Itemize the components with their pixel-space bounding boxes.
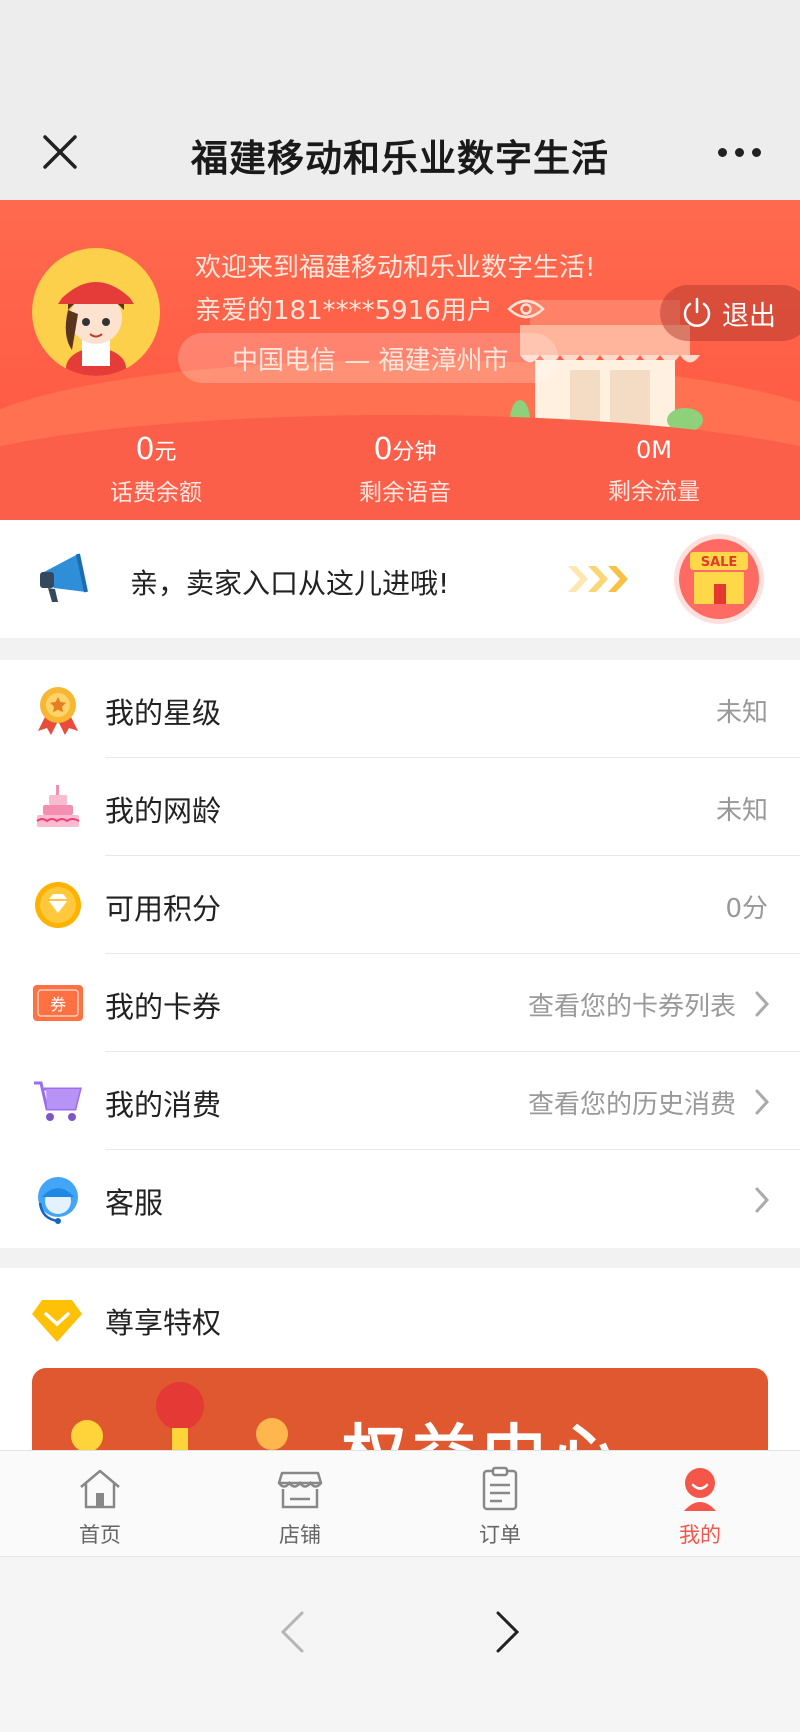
tab-label: 订单 [479, 1523, 521, 1547]
logout-label: 退出 [722, 300, 776, 332]
user-line: 亲爱的181****5916用户 [195, 290, 545, 327]
tab-home[interactable]: 首页 [0, 1451, 200, 1556]
coupon-icon-text: 券 [50, 995, 66, 1014]
avatar[interactable] [32, 248, 160, 376]
welcome-text: 欢迎来到福建移动和乐业数字生活! [195, 253, 596, 283]
rights-center-banner[interactable]: 权益中心 [32, 1368, 768, 1458]
profile-header: 欢迎来到福建移动和乐业数字生活! 亲爱的181****5916用户 中国电信 —… [0, 200, 800, 520]
crown-diamond-icon [32, 1300, 82, 1342]
stat-voice-value: 0 [373, 432, 393, 467]
cart-icon [34, 1081, 82, 1121]
list-item-coupons[interactable]: 券 我的卡券 查看您的卡券列表 [0, 954, 800, 1052]
list-item-network-age[interactable]: 我的网龄 未知 [0, 758, 800, 856]
logout-button[interactable]: 退出 [660, 285, 800, 341]
list-item-label: 我的星级 [105, 696, 222, 730]
list-item-star-level[interactable]: 我的星级 未知 [0, 660, 800, 758]
cake-icon [36, 785, 80, 827]
pin-decor-icon [71, 1382, 288, 1458]
privileges-section: 尊享特权 权益中心 [0, 1268, 800, 1458]
forward-arrow-icon[interactable] [494, 1609, 522, 1655]
stat-data[interactable]: 0M 剩余流量 [554, 432, 754, 506]
title-bar: 福建移动和乐业数字生活 [0, 0, 800, 200]
tab-label: 我的 [679, 1523, 721, 1547]
medal-icon [38, 687, 78, 735]
tab-label: 店铺 [279, 1523, 321, 1547]
close-icon[interactable] [40, 132, 80, 172]
seller-entrance-banner[interactable]: 亲，卖家入口从这儿进哦! SALE [0, 520, 800, 638]
home-icon [80, 1469, 120, 1509]
list-item-value: 查看您的历史消费 [527, 1090, 736, 1120]
list-item-consumption[interactable]: 我的消费 查看您的历史消费 [0, 1052, 800, 1150]
customer-service-icon [38, 1177, 78, 1224]
sale-store-icon[interactable]: SALE [672, 532, 766, 626]
tab-store[interactable]: 店铺 [200, 1451, 400, 1556]
list-item-value: 0分 [725, 894, 768, 924]
tab-orders[interactable]: 订单 [400, 1451, 600, 1556]
list-item-label: 我的消费 [105, 1088, 222, 1122]
profile-icon [684, 1468, 716, 1511]
triple-chevron-icon [568, 566, 628, 592]
power-icon [683, 297, 711, 327]
stat-balance-unit: 元 [154, 440, 177, 465]
list-item-value: 未知 [715, 796, 768, 826]
bottom-tab-bar: 首页 店铺 订单 我的 [0, 1450, 800, 1556]
stat-voice[interactable]: 0分钟 剩余语音 [305, 432, 505, 507]
store-icon [277, 1471, 323, 1509]
list-item-label: 客服 [105, 1186, 164, 1220]
chevron-right-icon [755, 1187, 770, 1213]
sale-badge-text: SALE [701, 555, 738, 570]
coupon-icon: 券 [33, 985, 83, 1021]
list-item-points[interactable]: 可用积分 0分 [0, 856, 800, 954]
list-item-value: 未知 [715, 698, 768, 728]
stat-data-value: 0M [636, 436, 672, 464]
order-icon [482, 1466, 518, 1511]
profile-menu-list: 我的星级 未知 我的网龄 未知 可用积分 0分 券 我的卡券 查看您的卡券列表 … [0, 660, 800, 1248]
tab-profile[interactable]: 我的 [600, 1451, 800, 1556]
list-item-label: 我的卡券 [105, 990, 222, 1024]
chevron-right-icon [755, 1089, 770, 1115]
stat-data-label: 剩余流量 [608, 479, 700, 505]
stat-balance-label: 话费余额 [110, 480, 202, 506]
list-item-label: 可用积分 [105, 892, 222, 926]
seller-text: 亲，卖家入口从这儿进哦! [130, 567, 450, 600]
back-arrow-icon[interactable] [278, 1609, 306, 1655]
browser-nav-bar [0, 1556, 800, 1732]
diamond-coin-icon [35, 882, 81, 928]
stat-voice-label: 剩余语音 [359, 480, 451, 506]
tab-label: 首页 [79, 1523, 121, 1547]
more-icon[interactable] [718, 148, 762, 160]
page-title: 福建移动和乐业数字生活 [191, 137, 609, 180]
stat-balance[interactable]: 0元 话费余额 [56, 432, 256, 507]
user-name: 亲爱的181****5916用户 [195, 296, 493, 326]
list-item-label: 我的网龄 [105, 794, 222, 828]
eye-icon[interactable] [506, 297, 545, 321]
chevron-right-icon [755, 991, 770, 1017]
list-item-value: 查看您的卡券列表 [527, 992, 736, 1022]
region-pill[interactable]: 中国电信 — 福建漳州市 [178, 333, 558, 383]
stat-balance-value: 0 [135, 432, 155, 467]
privileges-label: 尊享特权 [105, 1306, 222, 1340]
list-item-customer-service[interactable]: 客服 [0, 1150, 800, 1248]
stat-voice-unit: 分钟 [392, 440, 437, 465]
megaphone-icon [40, 553, 88, 602]
region-text: 中国电信 — 福建漳州市 [232, 345, 509, 376]
